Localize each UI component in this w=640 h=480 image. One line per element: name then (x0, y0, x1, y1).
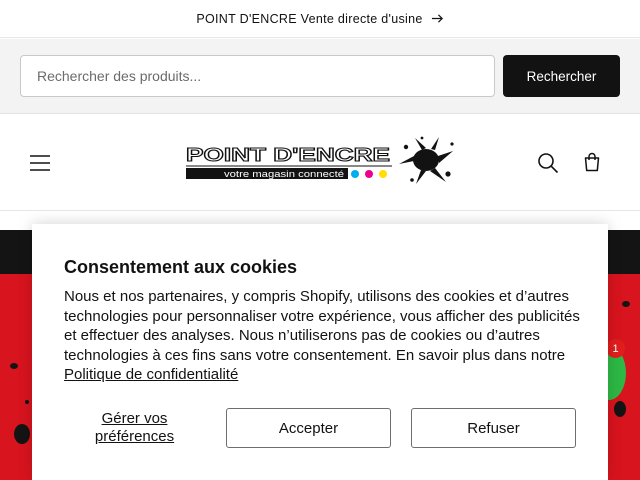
search-button[interactable]: Rechercher (503, 55, 620, 97)
arrow-right-icon (431, 14, 443, 23)
logo-dot-cyan (351, 170, 359, 178)
manage-preferences-link[interactable]: Gérer vos préférences (64, 410, 205, 446)
cart-icon[interactable] (580, 150, 604, 174)
announcement-bar[interactable]: POINT D'ENCRE Vente directe d'usine (0, 0, 640, 38)
search-input[interactable] (20, 55, 495, 97)
hamburger-menu-icon[interactable] (28, 152, 52, 174)
privacy-policy-link[interactable]: Politique de confidentialité (64, 366, 238, 383)
cookie-consent-banner: Consentement aux cookies Nous et nos par… (32, 224, 608, 480)
logo-dot-magenta (365, 170, 373, 178)
announcement-text[interactable]: POINT D'ENCRE Vente directe d'usine (196, 12, 422, 26)
logo-tagline: votre magasin connecté (224, 169, 344, 179)
accept-button[interactable]: Accepter (226, 408, 391, 448)
cookie-body-text: Nous et nos partenaires, y compris Shopi… (64, 288, 580, 364)
search-icon[interactable] (536, 151, 560, 175)
logo-name: POINT D'ENCRE (186, 144, 390, 165)
cookie-description: Nous et nos partenaires, y compris Shopi… (64, 287, 584, 385)
cookie-title: Consentement aux cookies (64, 257, 298, 277)
refuse-button[interactable]: Refuser (411, 408, 576, 448)
site-header: POINT D'ENCRE votre magasin connecté (0, 114, 640, 211)
logo-dot-yellow (379, 170, 387, 178)
site-logo[interactable]: POINT D'ENCRE votre magasin connecté (184, 134, 456, 190)
ink-splash-icon (399, 136, 454, 184)
search-bar: Rechercher (0, 39, 640, 114)
chat-notification-badge: 1 (606, 339, 625, 358)
